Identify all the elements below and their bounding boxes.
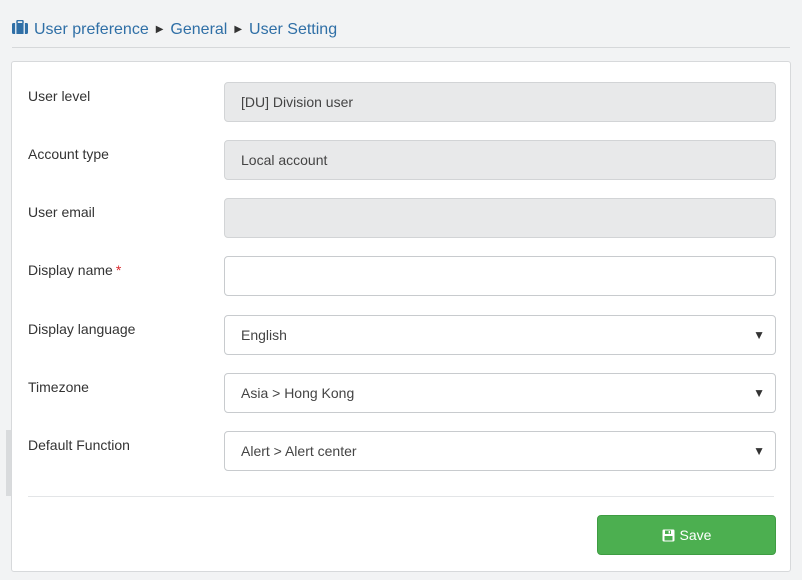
breadcrumb-divider [12,47,790,48]
form-divider [28,496,774,497]
breadcrumb-item-user-preference[interactable]: User preference [34,21,149,39]
account-type-row: Account type Local account [12,140,792,184]
display-name-input[interactable] [224,256,776,296]
user-level-row: User level [DU] Division user [12,82,792,126]
display-language-select[interactable]: English ▼ [224,315,776,355]
caret-down-icon: ▼ [753,328,765,342]
display-language-value: English [241,327,287,343]
save-button-label: Save [679,527,712,543]
breadcrumb-item-user-setting: User Setting [249,20,338,38]
display-language-label: Display language [28,321,136,337]
default-function-row: Default Function Alert > Alert center ▼ [12,431,792,475]
timezone-value: Asia > Hong Kong [241,385,355,401]
user-email-field [224,198,776,238]
user-level-value: [DU] Division user [241,94,354,110]
default-function-label: Default Function [28,437,130,453]
account-type-label: Account type [28,146,109,162]
floppy-disk-icon [662,529,675,542]
user-level-label: User level [28,88,91,104]
user-setting-panel: User level [DU] Division user Account ty… [11,61,791,572]
user-email-row: User email [12,198,792,242]
briefcase-icon [12,19,28,39]
caret-down-icon: ▼ [753,444,765,458]
display-name-label-text: Display name [28,262,113,278]
user-email-label: User email [28,204,95,220]
default-function-value: Alert > Alert center [241,443,357,459]
account-type-field: Local account [224,140,776,180]
breadcrumb: User preference ▶ General ▶ User Setting [12,19,338,39]
breadcrumb-item-general[interactable]: General [170,21,227,39]
caret-down-icon: ▼ [753,386,765,400]
required-marker: * [115,262,122,278]
user-level-field: [DU] Division user [224,82,776,122]
account-type-value: Local account [241,152,328,168]
timezone-select[interactable]: Asia > Hong Kong ▼ [224,373,776,413]
default-function-select[interactable]: Alert > Alert center ▼ [224,431,776,471]
timezone-label: Timezone [28,379,89,395]
display-name-label: Display name * [28,262,121,278]
display-language-row: Display language English ▼ [12,315,792,359]
caret-right-icon: ▶ [155,24,164,35]
timezone-row: Timezone Asia > Hong Kong ▼ [12,373,792,417]
save-button[interactable]: Save [597,515,776,555]
display-name-row: Display name * [12,256,792,300]
caret-right-icon: ▶ [234,24,243,35]
